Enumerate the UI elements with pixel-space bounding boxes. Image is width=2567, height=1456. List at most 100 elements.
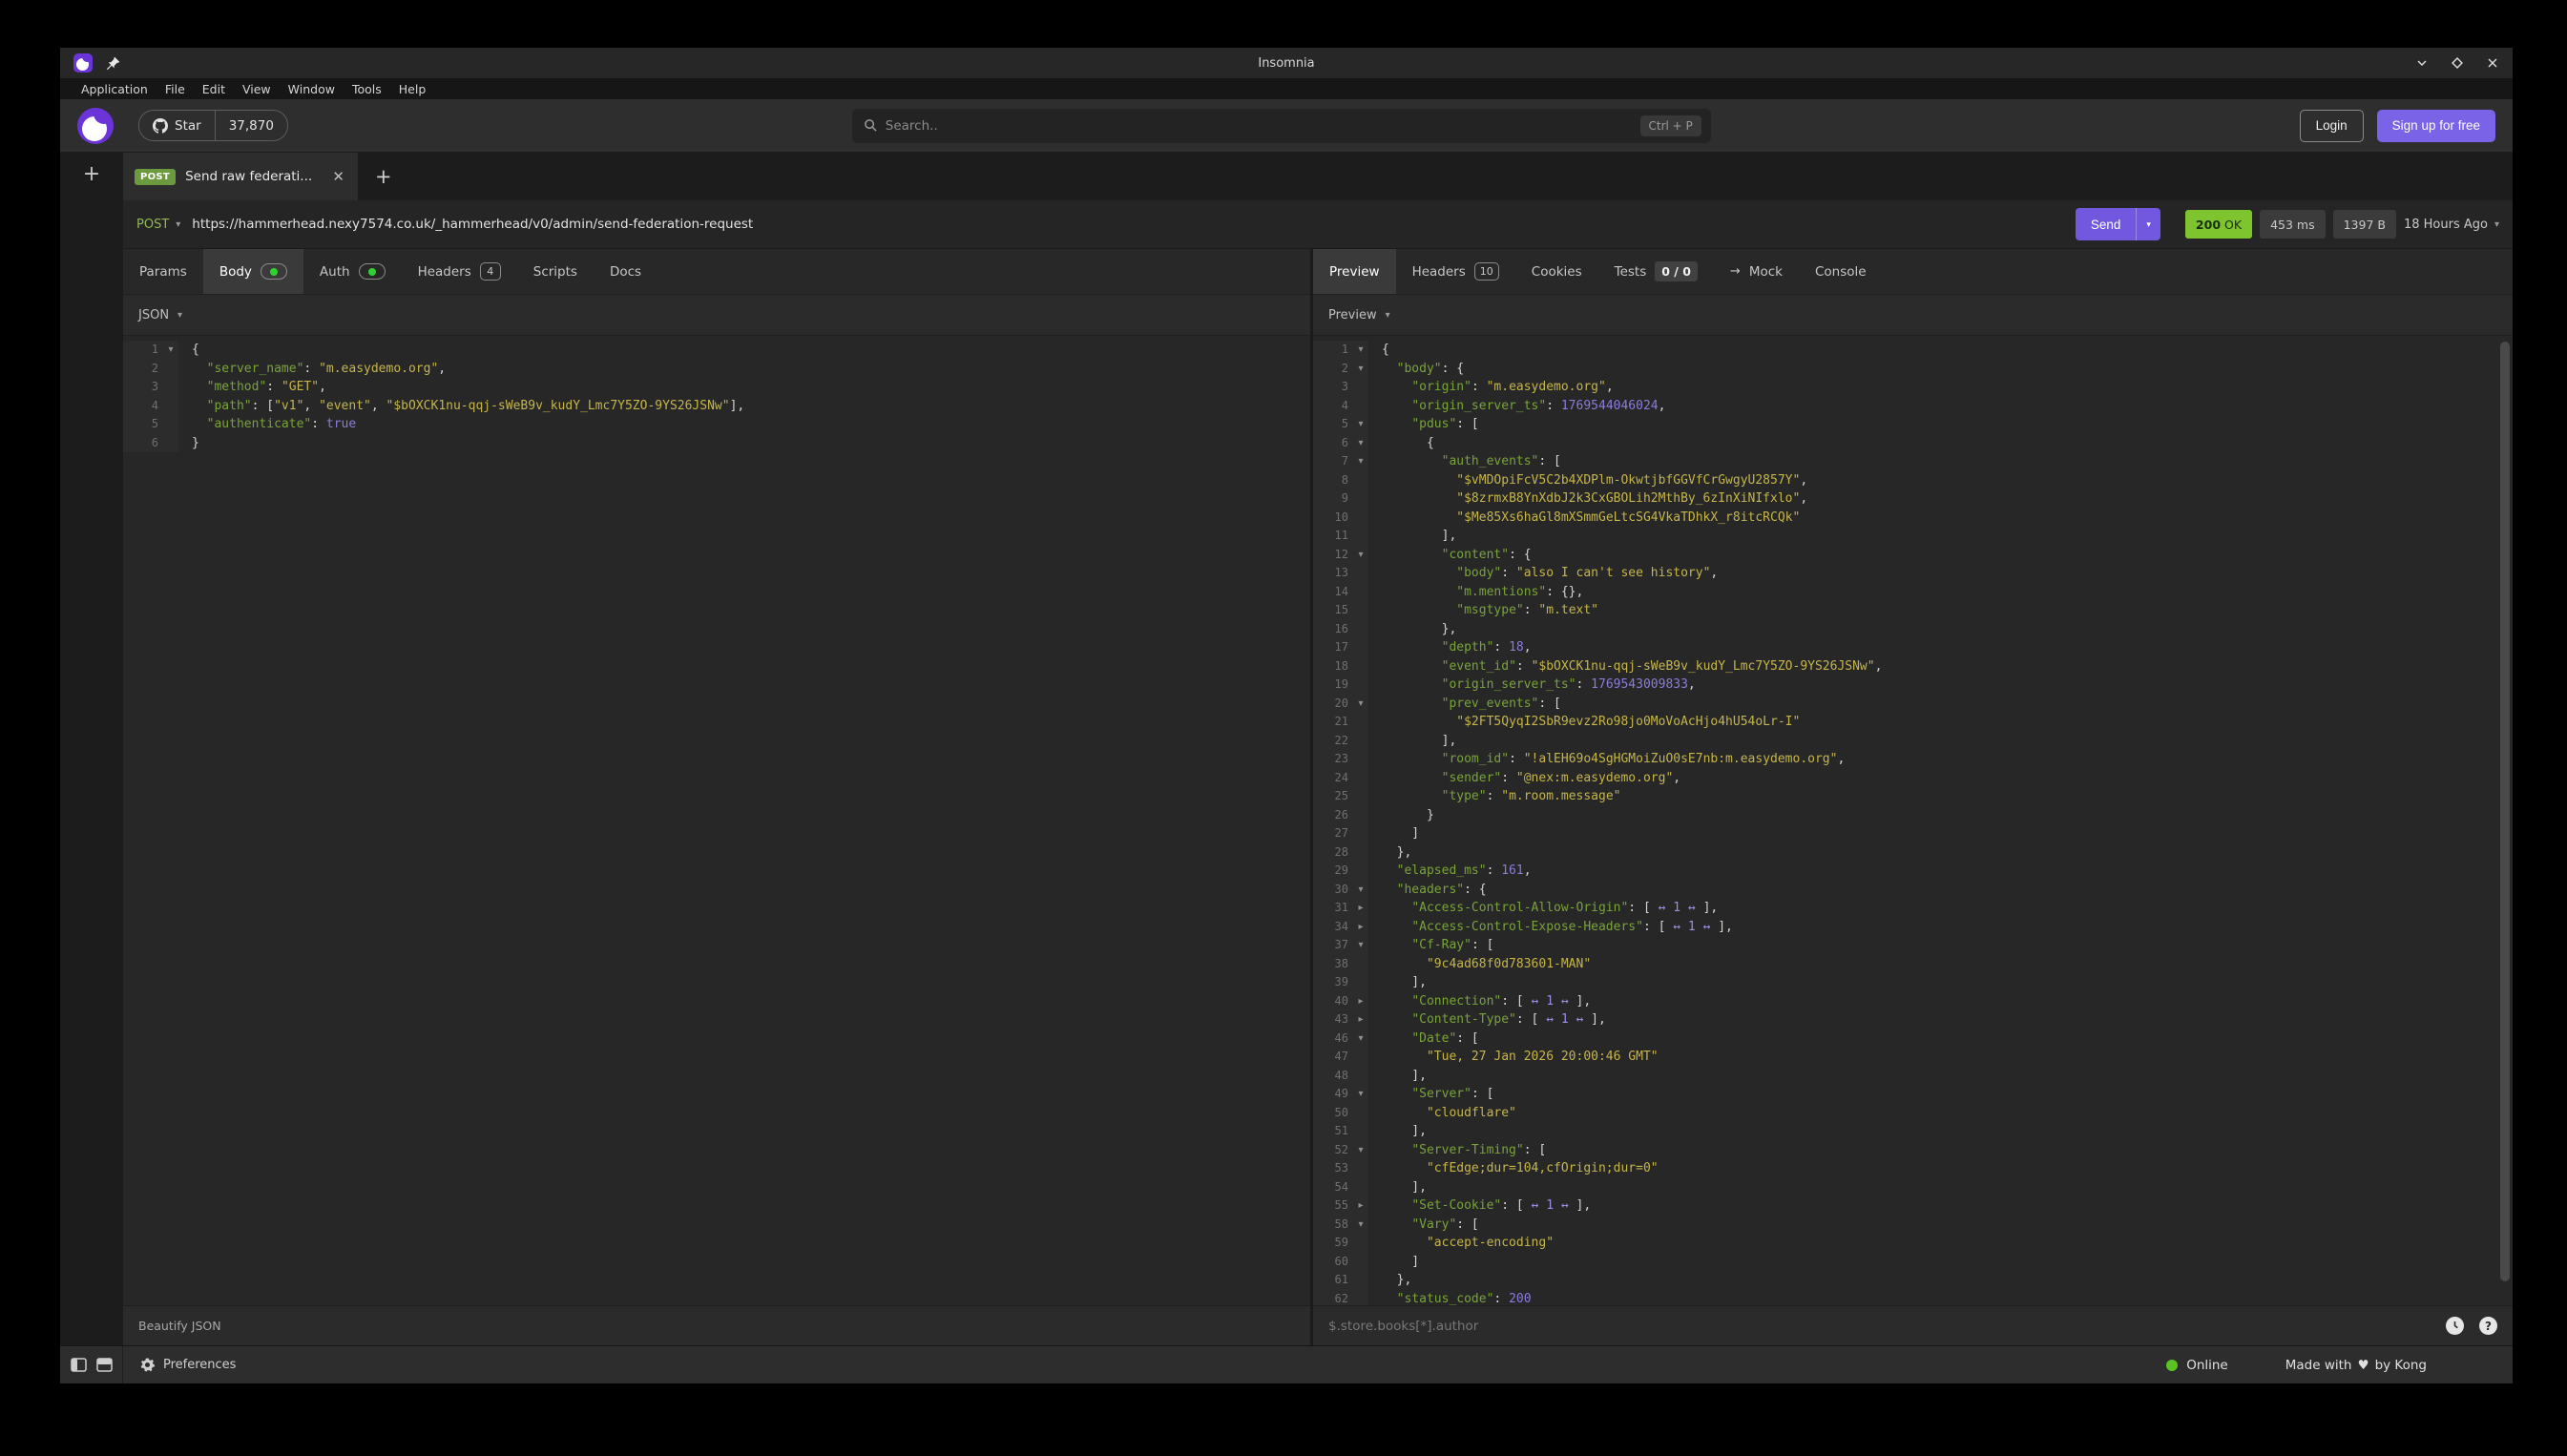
fold-open-icon[interactable]: ▾ bbox=[163, 341, 178, 360]
insomnia-window: Insomnia ApplicationFileEditViewWindowTo… bbox=[60, 48, 2513, 1383]
code-text: "depth": 18, bbox=[1368, 638, 1532, 657]
response-body-viewer[interactable]: 1▾{2▾ "body": {3 "origin": "m.easydemo.o… bbox=[1313, 336, 2513, 1305]
online-dot-icon bbox=[2166, 1360, 2178, 1371]
window-maximize-button[interactable] bbox=[2450, 56, 2464, 71]
fold-open-icon[interactable]: ▾ bbox=[1353, 546, 1368, 565]
window-title: Insomnia bbox=[60, 56, 2513, 71]
github-star-label: Star bbox=[175, 118, 201, 134]
method-dropdown[interactable]: POST ▾ bbox=[136, 218, 180, 232]
fold-open-icon[interactable]: ▾ bbox=[1353, 1216, 1368, 1235]
tab-tests[interactable]: Tests0 / 0 bbox=[1598, 249, 1714, 294]
menu-item-edit[interactable]: Edit bbox=[195, 80, 233, 98]
menu-item-help[interactable]: Help bbox=[391, 80, 434, 98]
fold-open-icon[interactable]: ▾ bbox=[1353, 1141, 1368, 1160]
toggle-sidebar-icon[interactable] bbox=[71, 1358, 87, 1372]
code-line: 54 ], bbox=[1313, 1178, 2513, 1197]
fold-gutter bbox=[1353, 732, 1368, 751]
tab-preview[interactable]: Preview bbox=[1313, 249, 1396, 294]
fold-open-icon[interactable]: ▾ bbox=[1353, 1030, 1368, 1049]
chevron-down-icon: ▾ bbox=[1386, 310, 1390, 321]
code-text: "$8zrmxB8YnXdbJ2k3CxGBOLih2MthBy_6zInXiN… bbox=[1368, 489, 1807, 509]
tab-body[interactable]: Body bbox=[203, 249, 303, 294]
fold-closed-icon[interactable]: ▸ bbox=[1353, 918, 1368, 937]
fold-closed-icon[interactable]: ▸ bbox=[1353, 992, 1368, 1011]
line-number: 9 bbox=[1313, 489, 1353, 509]
preferences-button[interactable]: Preferences bbox=[123, 1358, 253, 1372]
fold-open-icon[interactable]: ▾ bbox=[1353, 341, 1368, 360]
github-star-widget[interactable]: Star 37,870 bbox=[138, 110, 288, 141]
window-close-button[interactable] bbox=[2485, 56, 2499, 71]
menu-item-view[interactable]: View bbox=[235, 80, 279, 98]
fold-open-icon[interactable]: ▾ bbox=[1353, 1085, 1368, 1104]
tab-scripts[interactable]: Scripts bbox=[517, 249, 594, 294]
tab-title: Send raw federati... bbox=[185, 169, 321, 184]
code-text: ] bbox=[1368, 824, 1419, 843]
fold-open-icon[interactable]: ▾ bbox=[1353, 695, 1368, 714]
menu-item-tools[interactable]: Tools bbox=[344, 80, 389, 98]
menu-item-window[interactable]: Window bbox=[281, 80, 343, 98]
fold-open-icon[interactable]: ▾ bbox=[1353, 881, 1368, 900]
tab-auth[interactable]: Auth bbox=[303, 249, 402, 294]
line-number: 21 bbox=[1313, 713, 1353, 732]
code-line: 3 "method": "GET", bbox=[123, 378, 1310, 397]
toggle-layout-icon[interactable] bbox=[96, 1358, 113, 1372]
request-body-editor[interactable]: 1▾{2 "server_name": "m.easydemo.org",3 "… bbox=[123, 336, 1310, 1305]
tab-cookies[interactable]: Cookies bbox=[1515, 249, 1598, 294]
response-filter-input[interactable] bbox=[1328, 1319, 2431, 1334]
search-icon bbox=[864, 118, 878, 133]
tab-console[interactable]: Console bbox=[1799, 249, 1883, 294]
fold-open-icon[interactable]: ▾ bbox=[1353, 360, 1368, 379]
tab-label: Docs bbox=[610, 264, 641, 280]
response-history-dropdown[interactable]: 18 Hours Ago ▾ bbox=[2404, 218, 2499, 232]
tab-mock[interactable]: →Mock bbox=[1714, 249, 1799, 294]
code-text: "Date": [ bbox=[1368, 1030, 1479, 1049]
login-button[interactable]: Login bbox=[2300, 110, 2364, 142]
fold-closed-icon[interactable]: ▸ bbox=[1353, 899, 1368, 918]
response-scrollbar[interactable] bbox=[2500, 342, 2510, 1281]
fold-gutter bbox=[1353, 509, 1368, 528]
line-number: 5 bbox=[123, 415, 163, 434]
menu-item-application[interactable]: Application bbox=[73, 80, 156, 98]
fold-open-icon[interactable]: ▾ bbox=[1353, 434, 1368, 453]
fold-closed-icon[interactable]: ▸ bbox=[1353, 1196, 1368, 1216]
preview-mode-dropdown[interactable]: Preview ▾ bbox=[1313, 295, 2513, 336]
new-tab-button[interactable]: + bbox=[358, 153, 409, 200]
tab-close-icon[interactable]: ✕ bbox=[330, 168, 346, 185]
line-number: 26 bbox=[1313, 806, 1353, 825]
global-search[interactable]: Ctrl + P bbox=[852, 109, 1711, 143]
filter-history-icon[interactable] bbox=[2446, 1317, 2464, 1335]
line-number: 18 bbox=[1313, 657, 1353, 676]
online-status[interactable]: Online bbox=[2166, 1358, 2228, 1373]
window-minimize-button[interactable] bbox=[2414, 56, 2429, 71]
tab-label: Auth bbox=[320, 264, 350, 280]
code-line: 43▸ "Content-Type": [ ↔ 1 ↔ ], bbox=[1313, 1010, 2513, 1030]
add-workspace-button[interactable]: + bbox=[83, 164, 100, 185]
body-type-dropdown[interactable]: JSON ▾ bbox=[123, 295, 1310, 336]
line-number: 25 bbox=[1313, 787, 1353, 806]
fold-gutter bbox=[1353, 955, 1368, 974]
search-input[interactable] bbox=[886, 118, 1633, 134]
gear-icon bbox=[140, 1358, 155, 1372]
tab-params[interactable]: Params bbox=[123, 249, 203, 294]
menu-item-file[interactable]: File bbox=[157, 80, 193, 98]
send-options-caret[interactable]: ▾ bbox=[2136, 208, 2160, 240]
request-tab[interactable]: POST Send raw federati... ✕ bbox=[123, 153, 358, 200]
tab-headers[interactable]: Headers10 bbox=[1396, 249, 1515, 294]
tab-headers[interactable]: Headers4 bbox=[402, 249, 517, 294]
signup-button[interactable]: Sign up for free bbox=[2377, 110, 2495, 142]
beautify-json-button[interactable]: Beautify JSON bbox=[138, 1319, 221, 1333]
fold-gutter bbox=[163, 360, 178, 379]
code-text: "$2FT5QyqI2SbR9evz2Ro98jo0MoVoAcHjo4hU54… bbox=[1368, 713, 1800, 732]
code-text: "content": { bbox=[1368, 546, 1532, 565]
code-line: 40▸ "Connection": [ ↔ 1 ↔ ], bbox=[1313, 992, 2513, 1011]
fold-open-icon[interactable]: ▾ bbox=[1353, 415, 1368, 434]
line-number: 6 bbox=[1313, 434, 1353, 453]
fold-open-icon[interactable]: ▾ bbox=[1353, 452, 1368, 471]
filter-help-icon[interactable]: ? bbox=[2479, 1317, 2497, 1335]
fold-closed-icon[interactable]: ▸ bbox=[1353, 1010, 1368, 1030]
tab-docs[interactable]: Docs bbox=[594, 249, 657, 294]
request-url[interactable]: https://hammerhead.nexy7574.co.uk/_hamme… bbox=[192, 217, 2076, 232]
send-button[interactable]: Send ▾ bbox=[2076, 208, 2160, 240]
line-number: 40 bbox=[1313, 992, 1353, 1011]
fold-open-icon[interactable]: ▾ bbox=[1353, 936, 1368, 955]
